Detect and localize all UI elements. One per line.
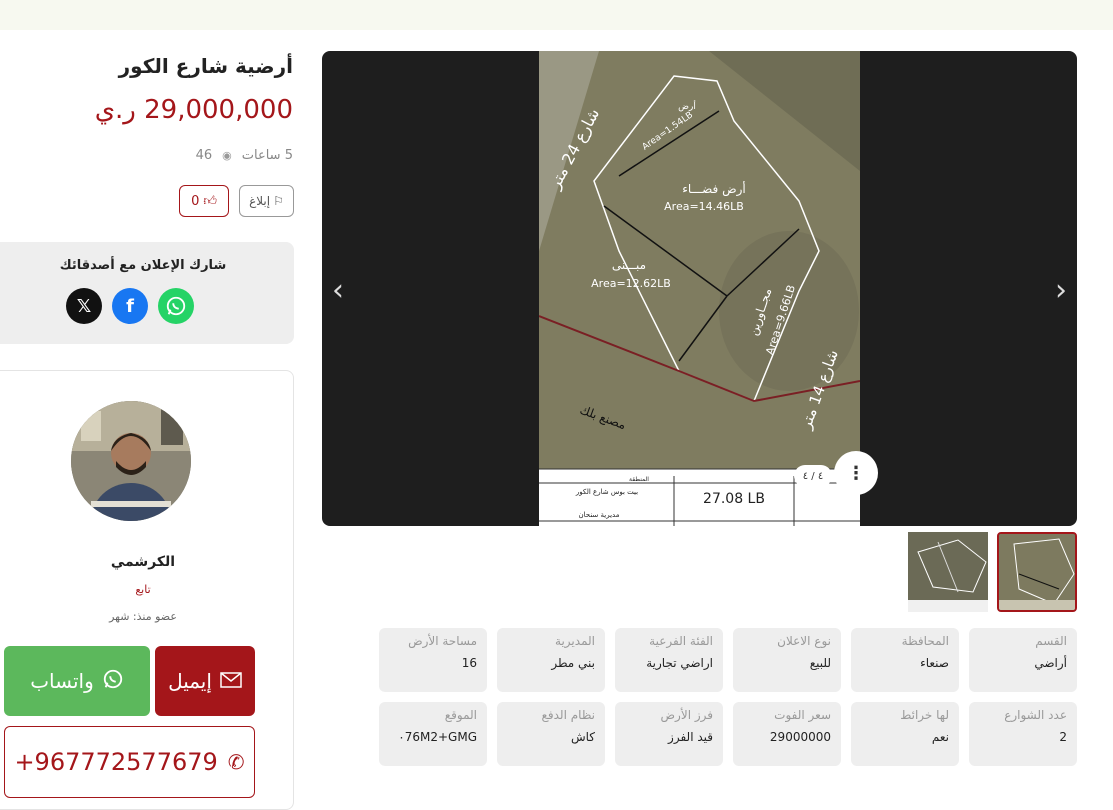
detail-label: الفئة الفرعية (649, 634, 713, 648)
listing-actions: 0 👍︎ إبلاغ ⚐ (179, 185, 294, 217)
land-map-image[interactable]: شارع 24 متر شارع 14 متر أرض فضـــاء Area… (539, 51, 860, 526)
map-table-street: بيت بوس شارع الكور (575, 488, 638, 496)
detail-label: الموقع (444, 708, 477, 722)
detail-value: 2 (1059, 730, 1067, 744)
next-image-button[interactable]: › (1055, 273, 1067, 308)
seller-name[interactable]: الكرشمي (0, 554, 293, 570)
map-label-building-area: Area=12.62LB (591, 277, 671, 290)
time-ago: 5 ساعات (241, 148, 293, 163)
detail-value: كاش (570, 730, 595, 744)
phone-button[interactable]: +967772577679 ✆ (4, 726, 255, 798)
thumbnail-active[interactable] (997, 532, 1077, 612)
detail-label: سعر الفوت (774, 708, 831, 722)
detail-subcategory: الفئة الفرعية اراضي تجارية (615, 628, 723, 692)
detail-ad-type: نوع الاعلان للبيع (733, 628, 841, 692)
likes-count: 0 (191, 193, 200, 209)
email-button[interactable]: إيميل (155, 646, 255, 716)
detail-label: عدد الشوارع (1004, 708, 1067, 722)
phone-number: +967772577679 (14, 748, 218, 776)
detail-category: القسم أراضي (969, 628, 1077, 692)
detail-label: المديرية (555, 634, 595, 648)
listing-title: أرضية شارع الكور (118, 54, 293, 78)
map-label-building: مبـــنى (612, 258, 646, 272)
detail-label: نوع الاعلان (777, 634, 831, 648)
whatsapp-button[interactable]: واتساب (4, 646, 150, 716)
like-button[interactable]: 0 👍︎ (179, 185, 229, 217)
whatsapp-label: واتساب (30, 669, 94, 693)
prev-image-button[interactable]: ‹ (332, 273, 344, 308)
detail-district: المديرية بني مطر (497, 628, 605, 692)
seller-role: تابع (135, 583, 151, 596)
share-panel: شارك الإعلان مع أصدقائك 𝕏 f (0, 242, 294, 344)
detail-value: ٠76M2+GMG (398, 730, 477, 744)
image-counter: ٤ / ٤ (794, 465, 832, 487)
detail-has-maps: لها خرائط نعم (851, 702, 959, 766)
detail-value: بني مطر (551, 656, 595, 670)
detail-value: 16 (461, 656, 477, 670)
detail-value: قيد الفرز (668, 730, 713, 744)
map-total: 27.08 LB (703, 491, 765, 507)
map-table-region: المنطقة (629, 476, 649, 483)
image-gallery: شارع 24 متر شارع 14 متر أرض فضـــاء Area… (322, 51, 1077, 526)
detail-value: للبيع (809, 656, 831, 670)
map-label-empty: أرض فضـــاء (682, 181, 745, 197)
report-button[interactable]: إبلاغ ⚐ (239, 185, 294, 217)
detail-label: لها خرائط (900, 708, 949, 722)
detail-location[interactable]: الموقع ٠76M2+GMG (379, 702, 487, 766)
detail-value: نعم (931, 730, 949, 744)
top-bar (0, 0, 1113, 30)
detail-foot-price: سعر الفوت 29000000 (733, 702, 841, 766)
map-label-small: أرض (678, 100, 696, 112)
detail-label: المحافظة (901, 634, 949, 648)
detail-governorate: المحافظة صنعاء (851, 628, 959, 692)
detail-value: أراضي (1034, 656, 1067, 670)
detail-land-sorting: فرز الأرض قيد الفرز (615, 702, 723, 766)
envelope-icon (220, 669, 242, 693)
listing-price: 29,000,000 ر.ي (94, 95, 293, 125)
more-options-icon[interactable]: ⋮ (834, 451, 878, 495)
facebook-icon[interactable]: f (112, 288, 148, 324)
phone-icon: ✆ (227, 750, 245, 774)
map-table-district: مديرية سنحان (579, 511, 620, 519)
detail-land-area: مساحة الأرض 16 (379, 628, 487, 692)
thumbnail[interactable] (908, 532, 988, 612)
detail-value: صنعاء (920, 656, 949, 670)
detail-label: مساحة الأرض (408, 634, 477, 648)
detail-value: اراضي تجارية (646, 656, 713, 670)
report-label: إبلاغ (249, 194, 271, 208)
detail-label: نظام الدفع (541, 708, 596, 722)
map-label-empty-area: Area=14.46LB (664, 200, 744, 213)
listing-meta: 5 ساعات ◉ 46 (196, 148, 293, 163)
share-icons: 𝕏 f (66, 288, 194, 324)
eye-icon: ◉ (222, 149, 232, 162)
detail-streets-count: عدد الشوارع 2 (969, 702, 1077, 766)
thumbs-up-icon: 👍︎ (203, 193, 217, 209)
detail-value: 29000000 (769, 730, 831, 744)
detail-label: القسم (1035, 634, 1067, 648)
detail-label: فرز الأرض (660, 708, 713, 722)
views-count: 46 (195, 148, 213, 163)
whatsapp-icon (102, 668, 124, 695)
whatsapp-icon[interactable] (158, 288, 194, 324)
share-title: شارك الإعلان مع أصدقائك (59, 258, 227, 273)
flag-icon: ⚐ (273, 194, 284, 208)
seller-avatar[interactable] (71, 401, 191, 521)
x-icon[interactable]: 𝕏 (66, 288, 102, 324)
seller-member-since: عضو منذ: شهر (109, 610, 177, 623)
email-label: إيميل (168, 669, 212, 693)
detail-payment: نظام الدفع كاش (497, 702, 605, 766)
